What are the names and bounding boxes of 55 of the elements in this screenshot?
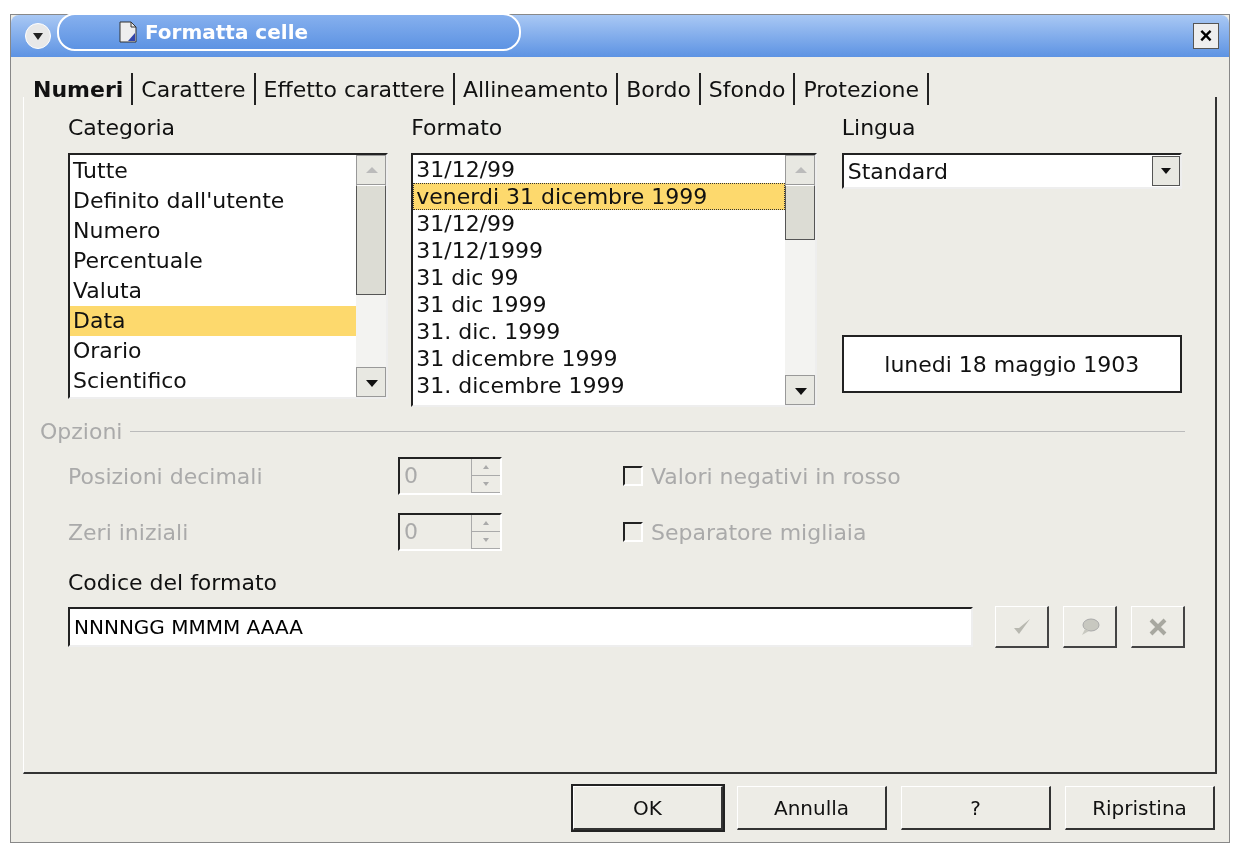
list-item[interactable]: 31. dicembre 1999: [413, 372, 786, 399]
category-label: Categoria: [68, 115, 177, 142]
list-item[interactable]: Definito dall'utente: [70, 186, 356, 216]
list-item[interactable]: Orario: [70, 336, 356, 366]
list-item[interactable]: 31 dicembre 1999: [413, 345, 786, 372]
close-x-icon[interactable]: [1131, 606, 1185, 648]
tab[interactable]: Allineamento: [454, 73, 619, 105]
scrollbar[interactable]: [356, 155, 386, 397]
speech-bubble-icon[interactable]: [1063, 606, 1118, 648]
close-button[interactable]: ×: [1193, 23, 1219, 49]
dialog-button[interactable]: Ripristina: [1065, 786, 1215, 830]
tab[interactable]: Effetto carattere: [255, 73, 455, 105]
tab[interactable]: Carattere: [133, 73, 256, 105]
tab[interactable]: Sfondo: [700, 73, 796, 105]
scrollbar[interactable]: [785, 155, 816, 405]
window-menu-button[interactable]: [25, 23, 51, 49]
list-item[interactable]: 31/12/99: [413, 210, 786, 237]
dropdown-arrow-icon: [1159, 167, 1172, 175]
scrollbar-thumb[interactable]: [785, 185, 816, 240]
list-item[interactable]: Scientifico: [70, 366, 356, 396]
window-title: Formatta celle: [145, 20, 309, 44]
list-item[interactable]: 31 dic 1999: [413, 291, 786, 318]
list-item[interactable]: 31 dic 99: [413, 264, 786, 291]
format-code-label: Codice del formato: [68, 570, 278, 597]
format-code-field[interactable]: NNNNGG MMMM AAAA: [68, 607, 974, 647]
scroll-down-icon[interactable]: [785, 375, 816, 405]
option-label: Posizioni decimali: [68, 463, 264, 489]
format-list[interactable]: 31/12/99 venerdi 31 dicembre 1999 31/12/99 31/12/1999 31 dic 99 31 dic 1999 31. dic. 1999 31 dicembre 1999 31. dicembre 1999: [411, 153, 818, 407]
list-item[interactable]: 31/12/1999: [413, 237, 786, 264]
list-item[interactable]: venerdi 31 dicembre 1999: [413, 183, 786, 210]
checkbox-label: Separatore migliaia: [651, 519, 867, 545]
checkbox-label: Valori negativi in rosso: [651, 463, 901, 489]
list-item[interactable]: 31/12/99: [413, 156, 786, 183]
document-icon: [119, 21, 137, 43]
scroll-down-icon[interactable]: [356, 367, 386, 397]
format-preview: lunedi 18 maggio 1903: [841, 335, 1182, 393]
list-item[interactable]: Data: [70, 306, 356, 336]
options-heading: Opzioni: [40, 419, 123, 444]
language-label: Lingua: [841, 115, 917, 142]
list-item[interactable]: Valuta: [70, 276, 356, 306]
category-list[interactable]: Tutte Definito dall'utente Numero Percentuale Valuta Data Orario Scientifico: [68, 153, 388, 399]
language-dropdown[interactable]: Standard: [841, 153, 1182, 189]
scrollbar-thumb[interactable]: [356, 185, 386, 295]
list-item[interactable]: Numero: [70, 216, 356, 246]
tab[interactable]: Protezione: [795, 73, 930, 105]
list-item[interactable]: 31. dic. 1999: [413, 318, 786, 345]
dialog-button[interactable]: ?: [901, 786, 1051, 830]
format-label: Formato: [411, 115, 504, 142]
dialog-button[interactable]: OK: [573, 786, 723, 830]
dialog-button[interactable]: Annulla: [737, 786, 887, 830]
list-item[interactable]: Tutte: [70, 156, 356, 186]
list-item[interactable]: Percentuale: [70, 246, 356, 276]
option-label: Zeri iniziali: [68, 519, 190, 545]
tab[interactable]: Bordo: [618, 73, 701, 105]
check-icon[interactable]: [995, 606, 1050, 648]
